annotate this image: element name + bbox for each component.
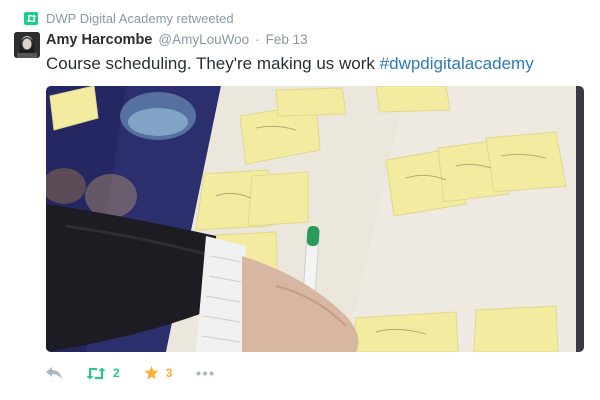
tweet-photo[interactable] [46,86,584,352]
timestamp[interactable]: Feb 13 [266,32,308,47]
retweet-context: DWP Digital Academy retweeted [24,11,234,26]
favorite-button[interactable]: 3 [144,366,173,380]
time-separator: · [255,32,260,47]
author-handle[interactable]: @AmyLouWoo [158,32,249,47]
more-button[interactable] [196,371,214,376]
hashtag-link[interactable]: #dwpdigitalacademy [380,54,534,73]
retweet-icon [86,367,106,380]
star-icon [144,366,159,380]
retweet-icon [24,12,38,25]
retweet-button[interactable]: 2 [86,366,120,380]
tweet-header: Amy Harcombe @AmyLouWoo · Feb 13 [46,32,308,48]
tweet-text: Course scheduling. They're making us wor… [46,54,534,74]
tweet-actions: 2 3 [46,366,238,380]
reply-button[interactable] [46,367,62,379]
more-icon [196,371,214,376]
favorite-count: 3 [165,366,173,380]
avatar[interactable] [14,32,40,58]
author-name[interactable]: Amy Harcombe [46,32,152,48]
retweeter-label[interactable]: DWP Digital Academy retweeted [46,11,234,26]
tweet-body: Course scheduling. They're making us wor… [46,54,380,73]
retweet-count: 2 [113,366,120,380]
reply-icon [46,367,62,379]
